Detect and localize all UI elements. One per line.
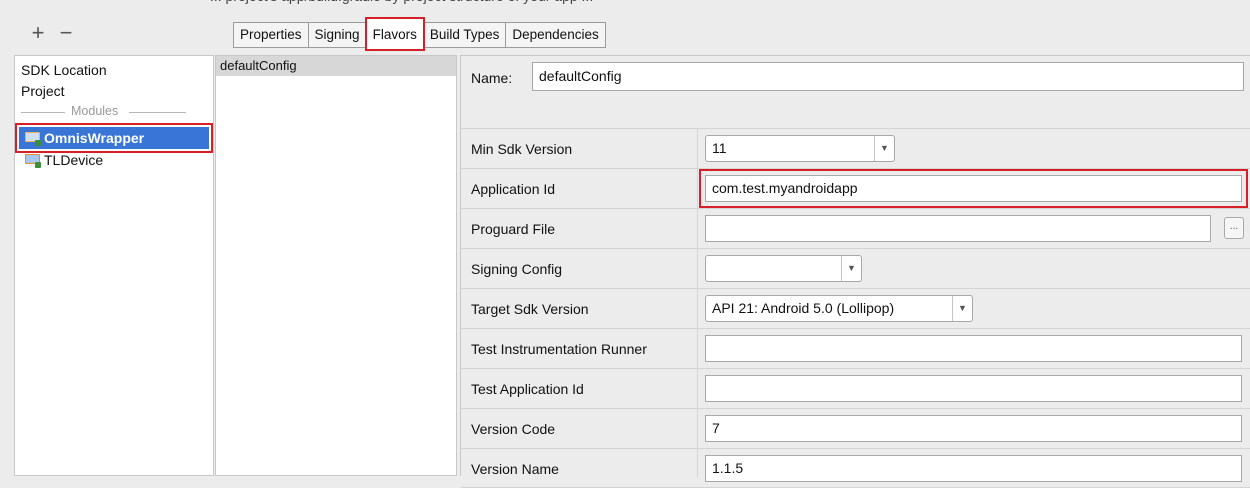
- min-sdk-version-select[interactable]: 11 ▼: [705, 135, 895, 162]
- row-signing-config: Signing Config ▼: [461, 248, 1250, 288]
- version-code-label: Version Code: [471, 421, 556, 437]
- tab-flavors[interactable]: Flavors: [364, 17, 425, 51]
- tab-properties[interactable]: Properties: [233, 22, 309, 48]
- browse-button[interactable]: ...: [1224, 217, 1244, 239]
- flavor-item-defaultconfig[interactable]: defaultConfig: [216, 56, 456, 76]
- proguard-file-label: Proguard File: [471, 221, 556, 237]
- name-input[interactable]: defaultConfig: [532, 62, 1244, 91]
- row-proguard-file: Proguard File ...: [461, 208, 1250, 248]
- chevron-down-icon: ▼: [874, 136, 894, 161]
- sidebar-item-omniswrapper[interactable]: OmnisWrapper: [15, 123, 213, 153]
- row-target-sdk-version: Target Sdk Version API 21: Android 5.0 (…: [461, 288, 1250, 328]
- proguard-file-input[interactable]: [705, 215, 1211, 242]
- row-min-sdk-version: Min Sdk Version 11 ▼: [461, 128, 1250, 168]
- module-label: OmnisWrapper: [44, 130, 145, 146]
- module-sidebar: SDK Location Project Modules OmnisWrappe…: [14, 55, 214, 476]
- modules-label: Modules: [71, 104, 119, 118]
- sidebar-item-project[interactable]: Project: [21, 83, 65, 99]
- target-sdk-version-label: Target Sdk Version: [471, 301, 589, 317]
- min-sdk-version-value: 11: [712, 140, 727, 156]
- sidebar-item-sdk-location[interactable]: SDK Location: [21, 62, 107, 78]
- row-test-application-id: Test Application Id: [461, 368, 1250, 408]
- flavor-list: defaultConfig: [215, 55, 457, 476]
- application-id-label: Application Id: [471, 181, 556, 197]
- module-icon: [25, 154, 41, 168]
- module-label: TLDevice: [44, 152, 104, 168]
- row-version-code: Version Code 7: [461, 408, 1250, 448]
- target-sdk-version-select[interactable]: API 21: Android 5.0 (Lollipop) ▼: [705, 295, 973, 322]
- tab-build-types[interactable]: Build Types: [422, 22, 507, 48]
- test-instrumentation-runner-label: Test Instrumentation Runner: [471, 341, 647, 357]
- tab-bar: Properties Signing Flavors Build Types D…: [233, 17, 606, 51]
- test-instrumentation-runner-input[interactable]: [705, 335, 1242, 362]
- tab-dependencies[interactable]: Dependencies: [505, 22, 606, 48]
- min-sdk-version-label: Min Sdk Version: [471, 141, 573, 157]
- row-test-instrumentation-runner: Test Instrumentation Runner: [461, 328, 1250, 368]
- flavor-form: Name: defaultConfig Min Sdk Version 11 ▼…: [460, 55, 1250, 488]
- chevron-down-icon: ▼: [841, 256, 861, 281]
- signing-config-label: Signing Config: [471, 261, 563, 277]
- sidebar-item-tldevice[interactable]: TLDevice: [19, 149, 209, 171]
- chevron-down-icon: ▼: [952, 296, 972, 321]
- version-name-label: Version Name: [471, 461, 559, 477]
- add-module-button[interactable]: +: [28, 22, 48, 44]
- row-application-id: Application Id com.test.myandroidapp: [461, 168, 1250, 208]
- module-icon: [25, 132, 41, 146]
- remove-module-button[interactable]: −: [56, 22, 76, 44]
- version-code-input[interactable]: 7: [705, 415, 1242, 442]
- test-application-id-input[interactable]: [705, 375, 1242, 402]
- modules-separator: Modules: [21, 104, 186, 120]
- name-label: Name:: [471, 70, 513, 86]
- signing-config-select[interactable]: ▼: [705, 255, 862, 282]
- tab-signing[interactable]: Signing: [307, 22, 367, 48]
- version-name-input[interactable]: 1.1.5: [705, 455, 1242, 482]
- target-sdk-version-value: API 21: Android 5.0 (Lollipop): [712, 300, 895, 316]
- application-id-input[interactable]: com.test.myandroidapp: [699, 169, 1248, 208]
- row-version-name: Version Name 1.1.5: [461, 448, 1250, 488]
- test-application-id-label: Test Application Id: [471, 381, 584, 397]
- cutoff-caption: ... project's app/build.gradle by projec…: [210, 0, 770, 8]
